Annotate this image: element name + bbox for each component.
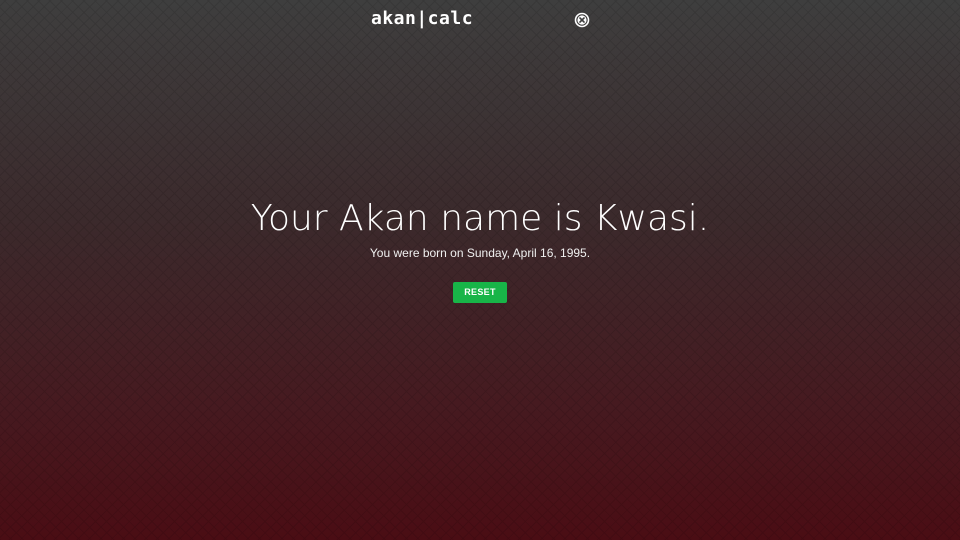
akan-name-heading: Your Akan name is Kwasi.: [250, 198, 710, 239]
close-icon[interactable]: [574, 12, 590, 28]
app-logo: akan|calc: [371, 8, 474, 29]
result-panel: Your Akan name is Kwasi. You were born o…: [0, 198, 960, 303]
birth-day-text: You were born on Sunday, April 16, 1995.: [369, 246, 591, 260]
header: akan|calc: [0, 0, 960, 40]
reset-button[interactable]: RESET: [453, 282, 507, 303]
